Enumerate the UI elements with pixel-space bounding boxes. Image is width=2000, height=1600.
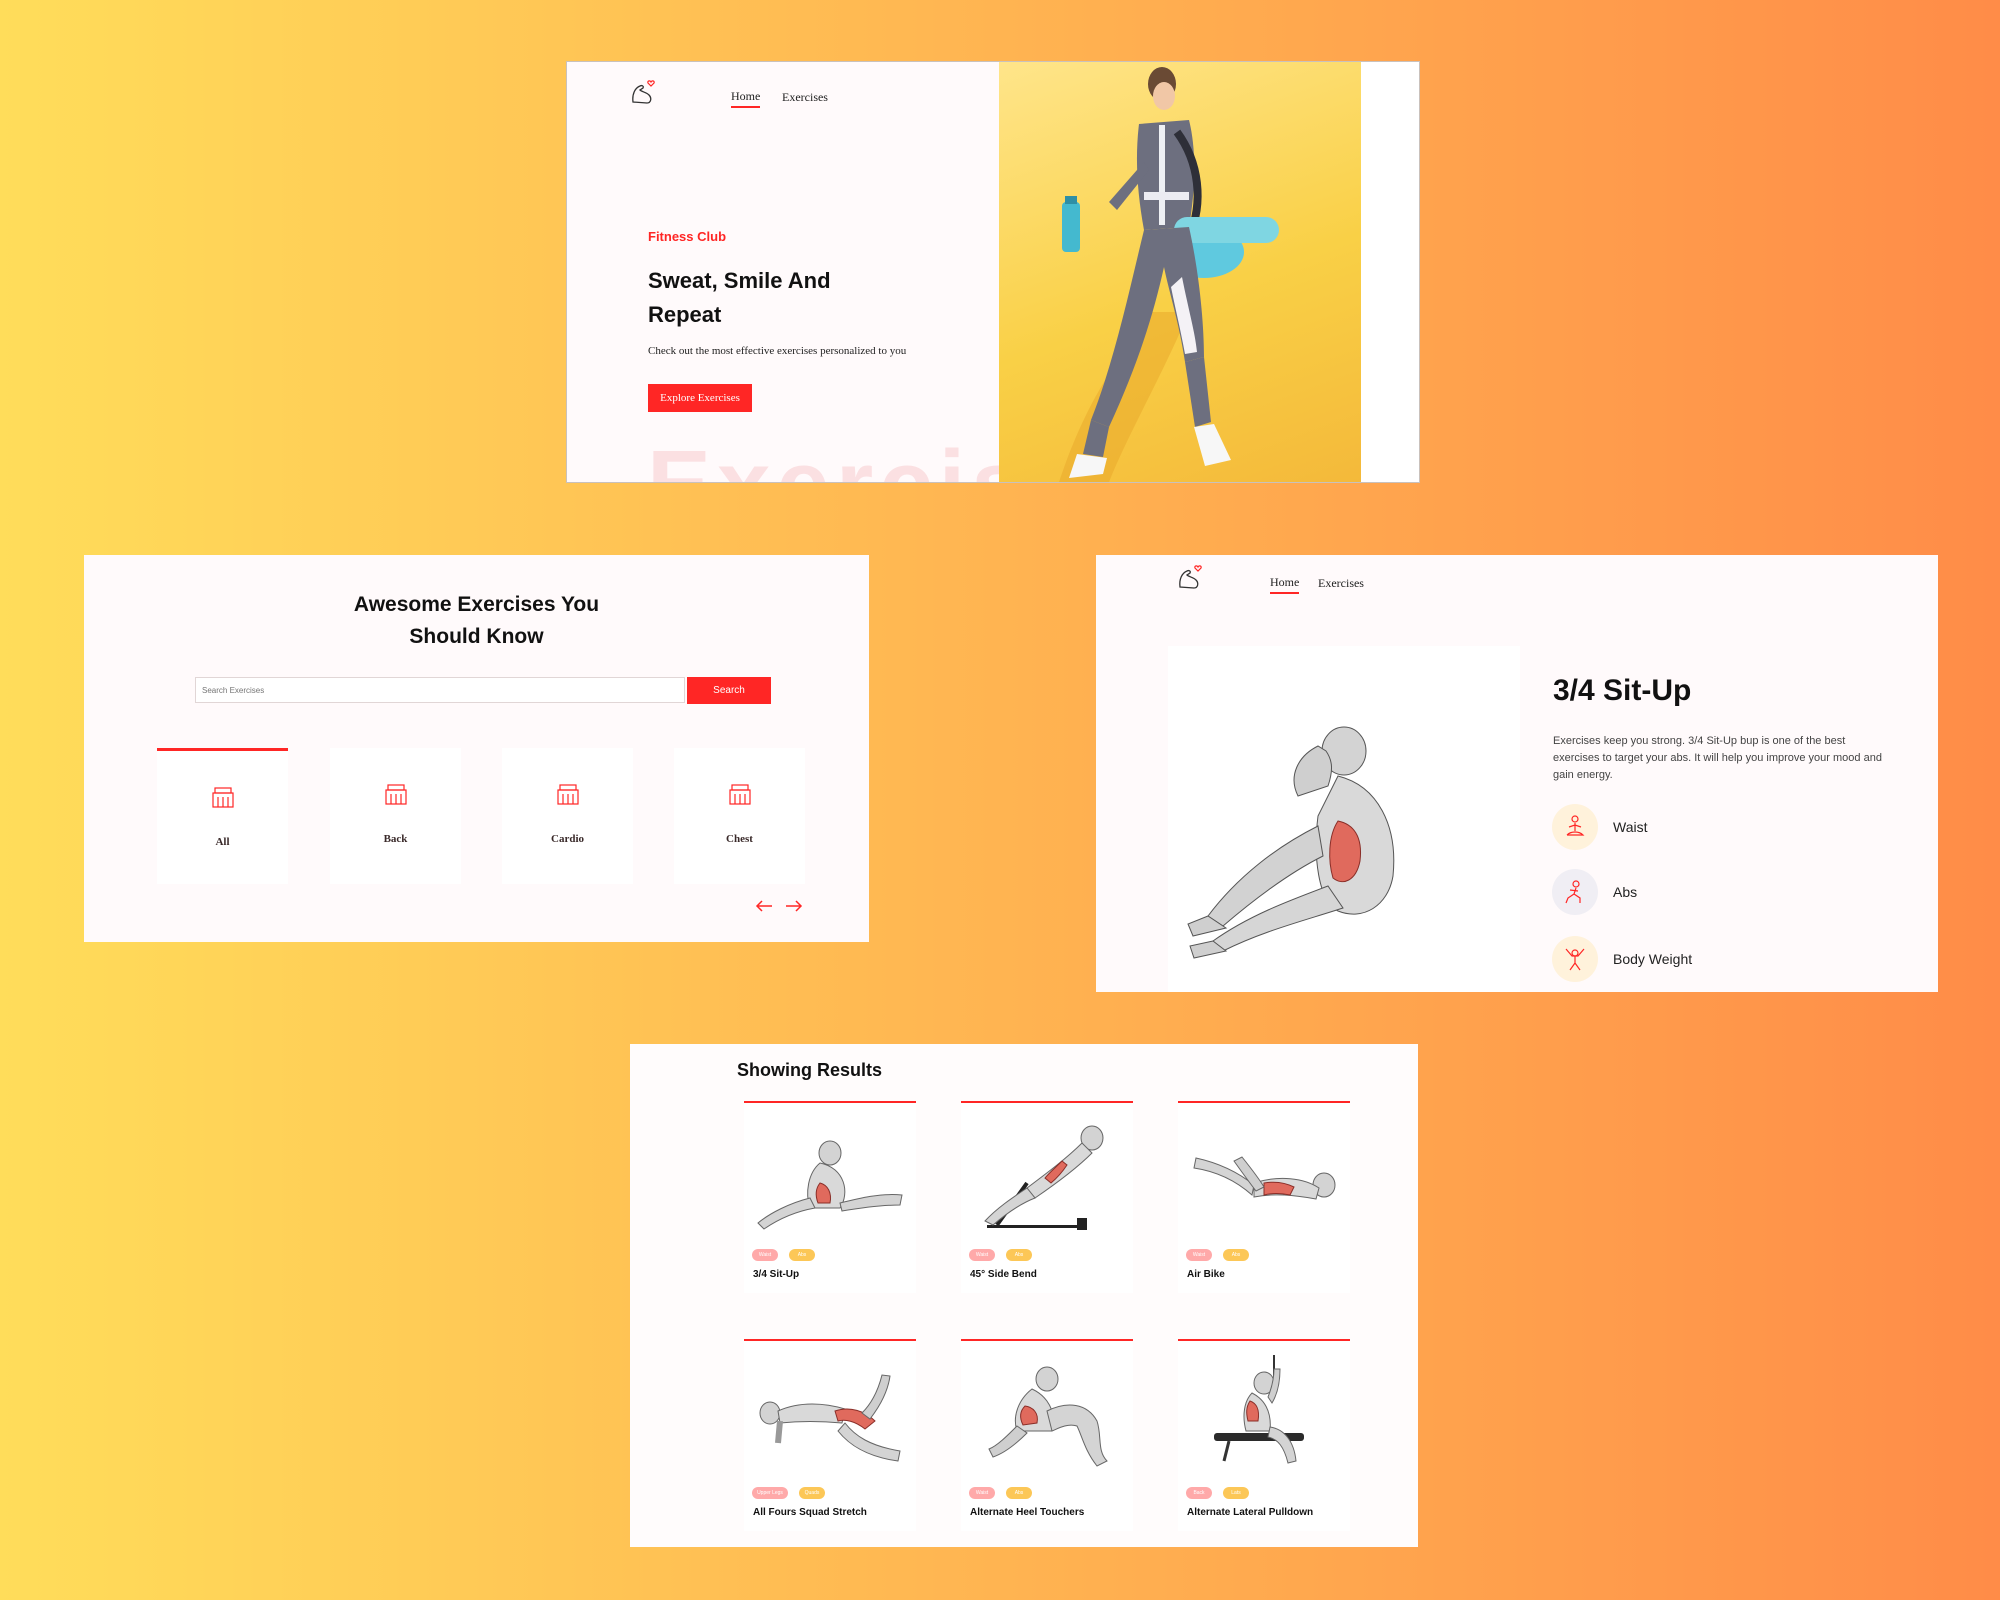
- category-label: Cardio: [551, 833, 584, 845]
- nav-exercises-link[interactable]: Exercises: [782, 90, 828, 105]
- tag-body-part: Waist: [969, 1487, 995, 1499]
- arrow-right-icon[interactable]: [784, 899, 804, 913]
- section-title: Awesome Exercises You Should Know: [353, 593, 600, 648]
- exercise-gif-image: [1214, 1355, 1304, 1464]
- tag-target: Quads: [799, 1487, 825, 1499]
- attribute-label: Abs: [1613, 884, 1638, 900]
- exercise-name: All Fours Squad Stretch: [753, 1507, 867, 1518]
- exercise-gif-image: [988, 1366, 1108, 1467]
- exercise-name: 3/4 Sit-Up: [753, 1269, 800, 1280]
- tag-body-part: Back: [1186, 1487, 1212, 1499]
- exercise-gif-image: [984, 1125, 1104, 1230]
- category-label: Chest: [726, 833, 753, 845]
- exercise-detail-screen: Home Exercises 3/4 Sit-Up Exercises keep…: [1096, 555, 1938, 992]
- flexed-arm-logo-icon[interactable]: [1176, 563, 1206, 593]
- exercise-name: Alternate Heel Touchers: [970, 1507, 1085, 1518]
- tag-body-part: Waist: [1186, 1249, 1212, 1261]
- category-card-cardio[interactable]: Cardio: [502, 748, 633, 884]
- categories-screen: Awesome Exercises You Should Know Search…: [84, 555, 869, 942]
- exercise-card[interactable]: Waist Abs Air Bike: [1178, 1101, 1350, 1293]
- exercise-title: 3/4 Sit-Up: [1553, 674, 1692, 707]
- attribute-label: Waist: [1613, 819, 1648, 835]
- gym-icon: [729, 784, 751, 805]
- attribute-label: Body Weight: [1613, 951, 1693, 967]
- nav-home-link[interactable]: Home: [731, 89, 761, 108]
- exercise-name: Alternate Lateral Pulldown: [1187, 1507, 1314, 1518]
- category-card-back[interactable]: Back: [330, 748, 461, 884]
- category-label: All: [215, 836, 230, 848]
- flexed-arm-logo-icon[interactable]: [629, 78, 659, 108]
- hero-banner-image: [999, 62, 1361, 482]
- exercise-card[interactable]: Waist Abs 45° Side Bend: [961, 1101, 1133, 1293]
- exercise-card[interactable]: Waist Abs 3/4 Sit-Up: [744, 1101, 916, 1293]
- nav-exercises-link[interactable]: Exercises: [1318, 576, 1364, 591]
- category-card-chest[interactable]: Chest: [674, 748, 805, 884]
- meditation-icon: [1552, 804, 1598, 850]
- tag-target: Abs: [1006, 1249, 1032, 1261]
- tag-body-part: Waist: [969, 1249, 995, 1261]
- exercise-card[interactable]: Upper Legs Quads All Fours Squad Stretch: [744, 1339, 916, 1531]
- stretching-icon: [1552, 936, 1598, 982]
- hero-right-whitespace: [1361, 62, 1419, 482]
- results-heading: Showing Results: [737, 1060, 883, 1080]
- gym-icon: [385, 784, 407, 805]
- gym-icon: [212, 787, 234, 808]
- search-button[interactable]: Search: [687, 677, 771, 704]
- exercise-description: Exercises keep you strong. 3/4 Sit-Up bu…: [1553, 735, 1882, 781]
- tag-body-part: Upper Legs: [752, 1487, 788, 1499]
- category-card-all[interactable]: All: [157, 748, 288, 884]
- exercise-name: 45° Side Bend: [970, 1269, 1037, 1280]
- exercise-gif-image: [1193, 1156, 1336, 1200]
- exercise-name: Air Bike: [1187, 1269, 1225, 1280]
- gym-icon: [557, 784, 579, 805]
- tag-body-part: Waist: [752, 1249, 778, 1261]
- arrow-left-icon[interactable]: [754, 899, 774, 913]
- nav-home-link[interactable]: Home: [1270, 575, 1300, 594]
- exercise-gif-image: [759, 1374, 901, 1462]
- explore-exercises-button[interactable]: Explore Exercises: [648, 384, 752, 412]
- lunge-icon: [1552, 869, 1598, 915]
- tag-target: Abs: [789, 1249, 815, 1261]
- exercise-gif-image: [1168, 646, 1520, 992]
- hero-eyebrow: Fitness Club: [648, 229, 727, 244]
- exercise-card[interactable]: Waist Abs Alternate Heel Touchers: [961, 1339, 1133, 1531]
- search-results-screen: Showing Results Waist Abs 3/4 Sit-Up Wai…: [630, 1044, 1418, 1547]
- exercise-card[interactable]: Back Lats Alternate Lateral Pulldown: [1178, 1339, 1350, 1531]
- hero-subtitle: Check out the most effective exercises p…: [648, 345, 907, 357]
- exercise-gif-image: [757, 1140, 903, 1230]
- hero-screen: Home Exercises Exercise Fitness Club Swe…: [566, 61, 1420, 483]
- hero-headline: Sweat, Smile And Repeat: [648, 268, 831, 327]
- tag-target: Abs: [1223, 1249, 1249, 1261]
- tag-target: Lats: [1223, 1487, 1249, 1499]
- search-exercises-input[interactable]: [195, 677, 685, 703]
- category-label: Back: [383, 833, 408, 845]
- tag-target: Abs: [1006, 1487, 1032, 1499]
